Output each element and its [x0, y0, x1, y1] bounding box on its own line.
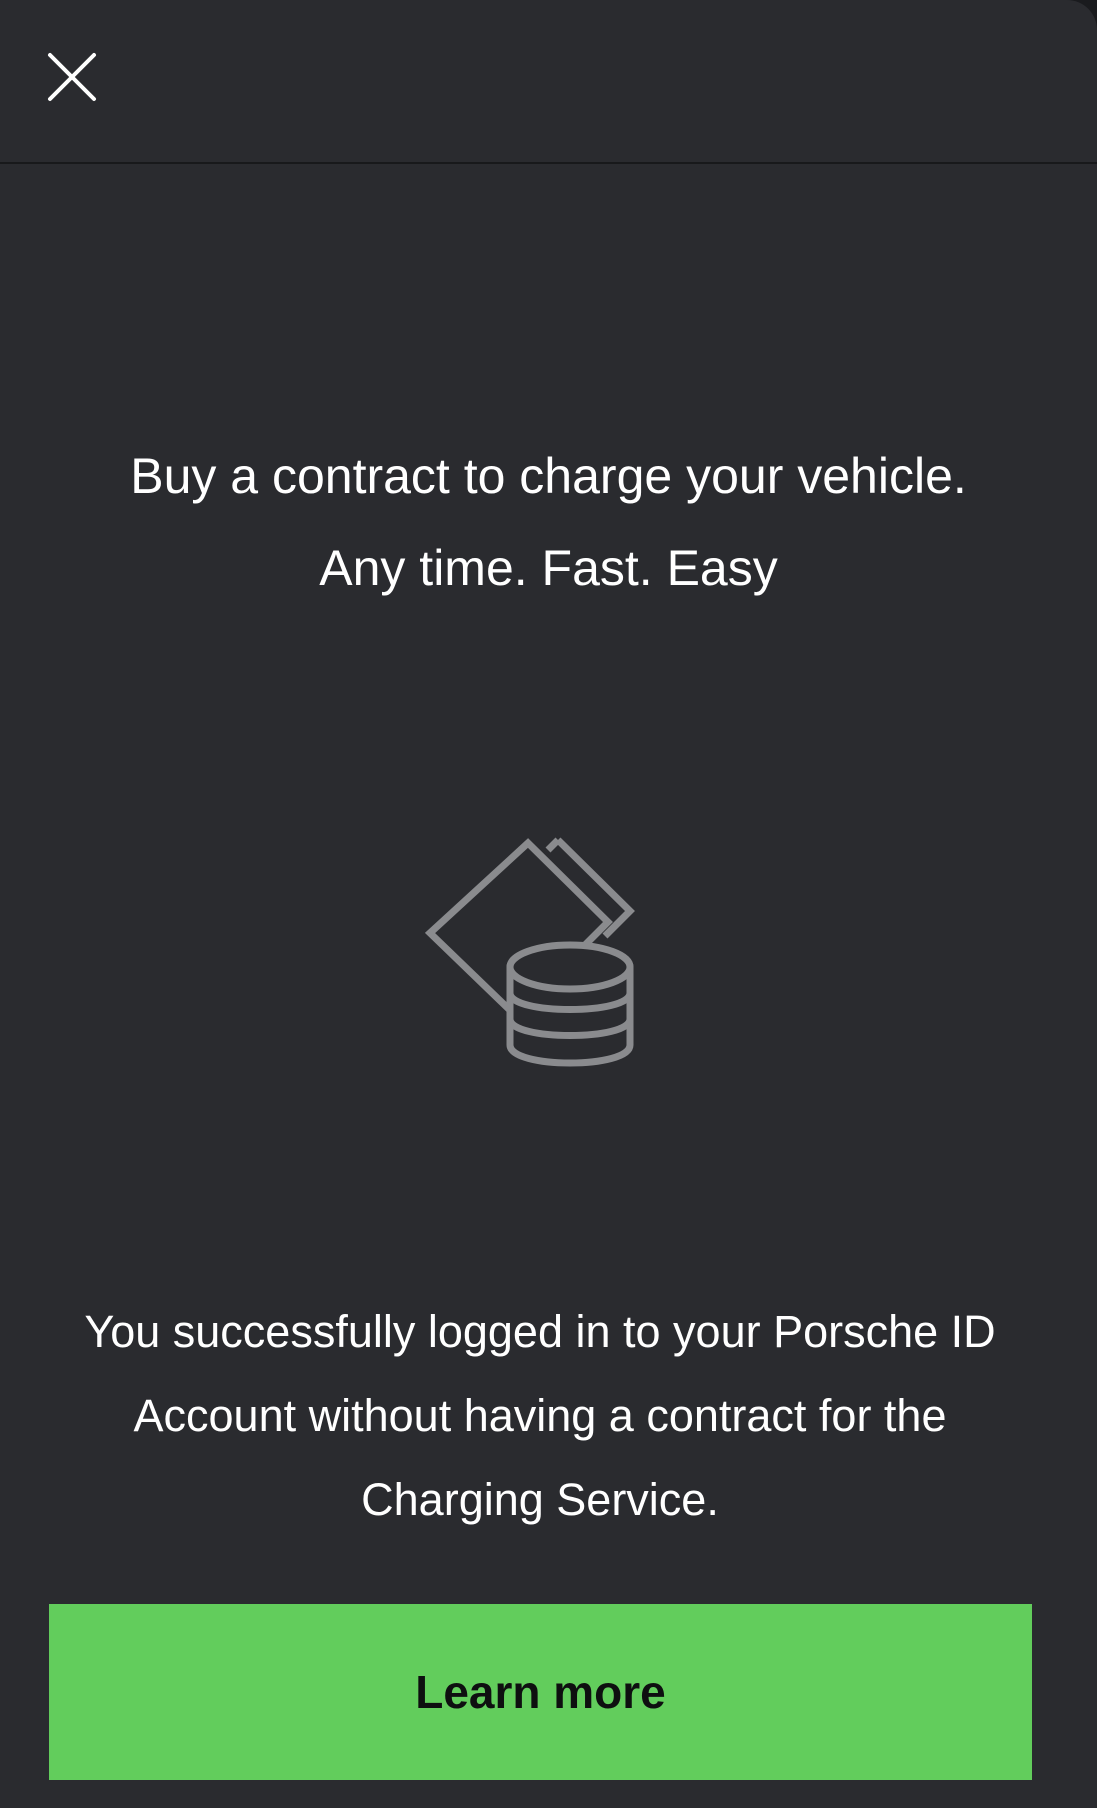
- message-line-1: You successfully logged in to your Porsc…: [84, 1306, 996, 1357]
- headline-line-1: Buy a contract to charge your vehicle.: [130, 448, 967, 504]
- headline: Buy a contract to charge your vehicle. A…: [0, 430, 1097, 614]
- learn-more-button[interactable]: Learn more: [49, 1604, 1032, 1780]
- contract-info-sheet: Buy a contract to charge your vehicle. A…: [0, 0, 1097, 1808]
- message-line-3: Charging Service.: [361, 1474, 719, 1525]
- sheet-header: [0, 0, 1097, 164]
- illustration: [415, 825, 655, 1075]
- login-status-message: You successfully logged in to your Porsc…: [40, 1290, 1040, 1542]
- headline-line-2: Any time. Fast. Easy: [319, 540, 778, 596]
- message-line-2: Account without having a contract for th…: [133, 1390, 947, 1441]
- cards-and-coins-icon: [424, 837, 635, 1067]
- close-button[interactable]: [40, 45, 104, 109]
- close-icon: [48, 53, 96, 101]
